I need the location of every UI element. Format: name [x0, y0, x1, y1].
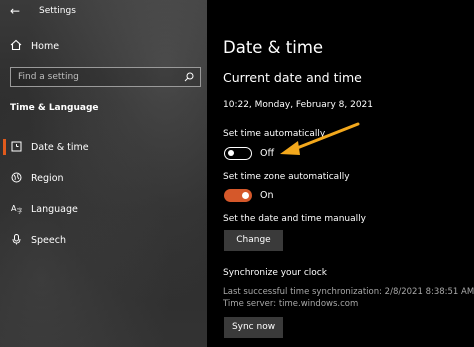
- back-arrow-icon[interactable]: ←: [10, 4, 20, 18]
- search-placeholder: Find a setting: [18, 72, 79, 82]
- time-server-text: Time server: time.windows.com: [223, 299, 359, 309]
- app-title: Settings: [39, 6, 76, 16]
- home-icon: [10, 39, 22, 51]
- set-timezone-auto-label: Set time zone automatically: [223, 172, 350, 182]
- search-icon[interactable]: [184, 72, 194, 82]
- title-bar: ← Settings: [0, 0, 207, 24]
- sync-section-title: Synchronize your clock: [223, 268, 327, 278]
- annotation-arrow-icon: [280, 122, 360, 155]
- manual-datetime-label: Set the date and time manually: [223, 214, 366, 224]
- page-title: Date & time: [223, 38, 324, 57]
- last-sync-text: Last successful time synchronization: 2/…: [223, 287, 474, 297]
- toggle-knob: [228, 150, 234, 156]
- current-datetime: 10:22, Monday, February 8, 2021: [223, 100, 374, 110]
- sidebar-item-label: Speech: [31, 235, 66, 246]
- toggle-knob: [242, 192, 249, 199]
- sidebar-item-label: Date & time: [31, 142, 89, 153]
- sidebar: ← Settings Home Find a setting Time & La…: [0, 0, 207, 347]
- active-indicator: [3, 139, 6, 155]
- sidebar-item-date-time[interactable]: Date & time: [0, 136, 207, 158]
- sidebar-item-label: Region: [31, 173, 64, 184]
- set-time-auto-state: Off: [260, 148, 275, 159]
- clock-icon: [11, 141, 22, 152]
- svg-text:字: 字: [17, 207, 22, 214]
- main-content: Date & time Current date and time 10:22,…: [207, 0, 474, 347]
- set-time-auto-toggle[interactable]: [224, 147, 252, 160]
- microphone-icon: [12, 234, 21, 245]
- set-timezone-auto-toggle[interactable]: [224, 189, 252, 202]
- sidebar-item-language[interactable]: A 字 Language: [0, 198, 207, 220]
- sidebar-item-label: Home: [31, 41, 60, 52]
- globe-icon: [11, 172, 22, 183]
- sync-now-button[interactable]: Sync now: [224, 317, 283, 338]
- section-title: Time & Language: [10, 103, 99, 113]
- sidebar-item-region[interactable]: Region: [0, 167, 207, 189]
- set-timezone-auto-state: On: [260, 190, 274, 201]
- section-heading: Current date and time: [223, 70, 362, 85]
- sidebar-item-speech[interactable]: Speech: [0, 229, 207, 251]
- sidebar-item-home[interactable]: Home: [0, 37, 207, 57]
- sidebar-item-label: Language: [31, 204, 78, 215]
- language-icon: A 字: [11, 204, 22, 214]
- change-button[interactable]: Change: [224, 230, 283, 251]
- search-input[interactable]: Find a setting: [10, 67, 201, 87]
